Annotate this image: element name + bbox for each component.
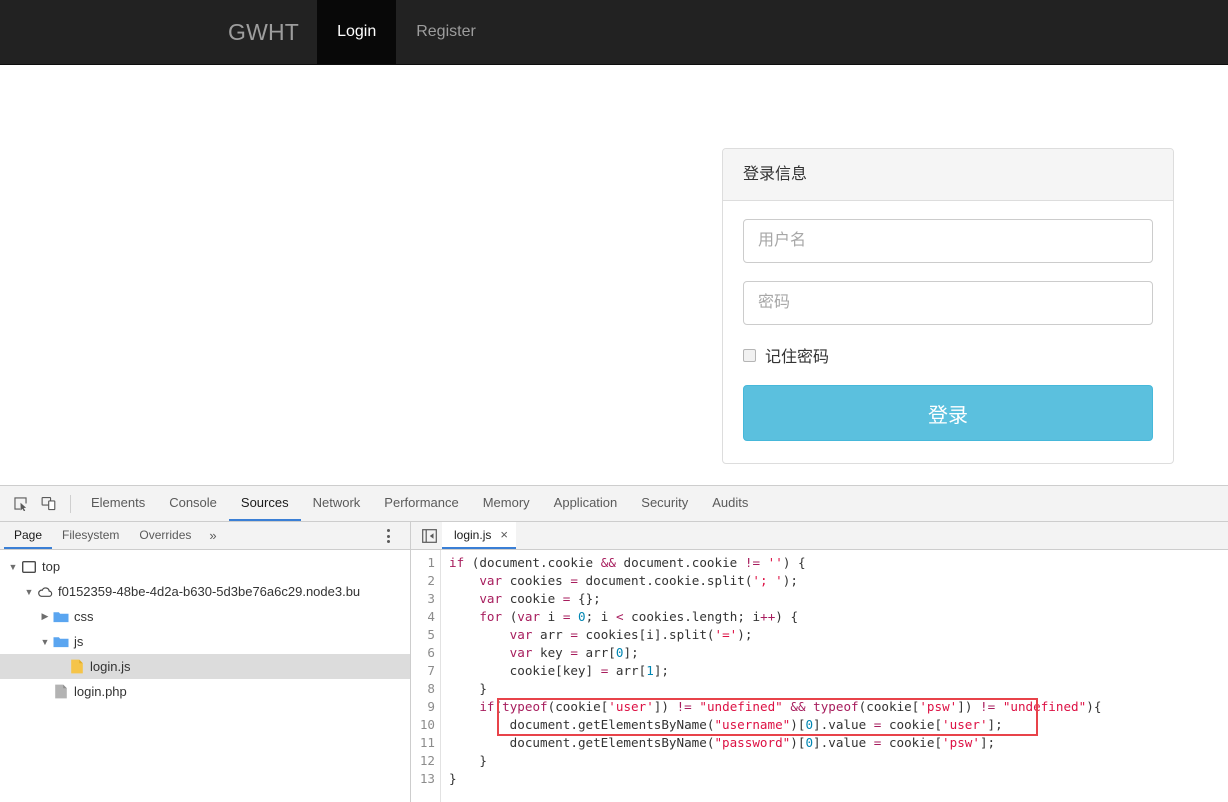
frame-icon — [20, 559, 37, 574]
line-number: 12 — [419, 753, 435, 768]
code-line: } — [479, 753, 487, 768]
cloud-icon — [36, 584, 53, 599]
sources-navigator: Page Filesystem Overrides » ▼ top ▼ f015… — [0, 522, 411, 802]
login-panel-title: 登录信息 — [743, 166, 808, 183]
code-viewer[interactable]: 1 2 3 4 5 6 7 8 9 10 11 12 13 if (docume… — [411, 550, 1228, 802]
close-icon[interactable]: × — [500, 527, 508, 542]
nav-link-login[interactable]: Login — [317, 0, 397, 64]
navigator-tab-overrides[interactable]: Overrides — [129, 522, 201, 549]
devtools-tab-sources[interactable]: Sources — [228, 486, 301, 521]
code-line: var cookie = {}; — [479, 591, 601, 606]
navigator-tabbar: Page Filesystem Overrides » — [0, 522, 410, 550]
chevron-right-icon[interactable]: ▶ — [38, 611, 52, 622]
code-line: var arr = cookies[i].split('='); — [509, 627, 753, 642]
chevron-down-icon[interactable]: ▼ — [22, 587, 36, 597]
code-line: if(typeof(cookie['user']) != "undefined"… — [479, 699, 1102, 714]
code-line: cookie[key] = arr[1]; — [509, 663, 670, 678]
devtools-tab-network[interactable]: Network — [301, 486, 373, 521]
line-number: 5 — [427, 627, 435, 642]
devtools-tab-memory[interactable]: Memory — [471, 486, 542, 521]
code-line: var key = arr[0]; — [509, 645, 639, 660]
tree-item-top[interactable]: ▼ top — [0, 554, 410, 579]
site-navbar: GWHT Login Register — [0, 0, 1228, 65]
remember-password-checkbox[interactable] — [743, 348, 756, 362]
tree-item-label: css — [74, 609, 94, 624]
file-tree: ▼ top ▼ f0152359-48be-4d2a-b630-5d3be76a… — [0, 550, 410, 704]
devtools-tab-elements[interactable]: Elements — [79, 486, 157, 521]
devtools-tab-console[interactable]: Console — [157, 486, 229, 521]
tree-item-label: js — [74, 634, 84, 649]
code-line: document.getElementsByName("username")[0… — [509, 717, 1003, 732]
tree-item-login-js[interactable]: login.js — [0, 654, 410, 679]
inspect-cursor-icon[interactable] — [6, 490, 34, 518]
js-file-icon — [68, 659, 85, 674]
line-number: 6 — [427, 645, 435, 660]
devtools-tab-security[interactable]: Security — [629, 486, 700, 521]
tree-item-css-folder[interactable]: ▶ css — [0, 604, 410, 629]
sources-editor: login.js × 1 2 3 4 5 6 7 8 9 10 11 12 13… — [411, 522, 1228, 802]
line-number: 4 — [427, 609, 435, 624]
folder-icon — [52, 609, 69, 624]
code-lines[interactable]: if (document.cookie && document.cookie !… — [441, 550, 1228, 802]
login-panel-heading: 登录信息 — [723, 149, 1173, 202]
web-page-viewport: GWHT Login Register 登录信息 记住密码 登录 — [0, 0, 1228, 485]
line-number: 13 — [419, 771, 435, 786]
tree-item-label: login.js — [90, 659, 131, 674]
devtools-tab-performance[interactable]: Performance — [372, 486, 470, 521]
line-number: 2 — [427, 573, 435, 588]
line-number-gutter: 1 2 3 4 5 6 7 8 9 10 11 12 13 — [411, 550, 441, 802]
remember-password-label: 记住密码 — [765, 349, 830, 367]
username-input[interactable] — [743, 219, 1153, 264]
login-panel: 登录信息 记住密码 登录 — [722, 148, 1174, 465]
code-line: } — [479, 681, 487, 696]
folder-icon — [52, 634, 69, 649]
navigator-more-options-icon[interactable] — [380, 527, 396, 545]
devtools-tab-audits[interactable]: Audits — [700, 486, 760, 521]
code-line: var cookies = document.cookie.split('; '… — [479, 573, 798, 588]
password-input[interactable] — [743, 281, 1153, 326]
devtools-tab-application[interactable]: Application — [542, 486, 630, 521]
editor-tabbar: login.js × — [411, 522, 1228, 550]
login-panel-body: 记住密码 登录 — [723, 201, 1173, 463]
code-line: } — [449, 771, 457, 786]
chevron-down-icon[interactable]: ▼ — [6, 562, 20, 572]
editor-file-tab-login-js[interactable]: login.js × — [442, 522, 516, 549]
login-submit-button[interactable]: 登录 — [743, 385, 1153, 442]
line-number: 3 — [427, 591, 435, 606]
tree-item-label: top — [42, 559, 61, 574]
generic-file-icon — [52, 684, 69, 699]
devtools-body: Page Filesystem Overrides » ▼ top ▼ f015… — [0, 522, 1228, 802]
tree-item-label: f0152359-48be-4d2a-b630-5d3be76a6c29.nod… — [58, 584, 361, 599]
line-number: 9 — [427, 699, 435, 714]
tree-item-label: login.php — [74, 684, 127, 699]
navigator-tab-page[interactable]: Page — [4, 522, 53, 549]
line-number: 8 — [427, 681, 435, 696]
nav-link-register[interactable]: Register — [396, 0, 496, 64]
collapse-sidebar-icon[interactable] — [416, 522, 442, 549]
line-number: 11 — [419, 735, 435, 750]
editor-file-tab-label: login.js — [454, 527, 492, 542]
tree-item-login-php[interactable]: login.php — [0, 679, 410, 704]
line-number: 10 — [419, 717, 435, 732]
navigator-tab-filesystem[interactable]: Filesystem — [52, 522, 129, 549]
navbar-brand[interactable]: GWHT — [210, 0, 317, 64]
remember-password-row[interactable]: 记住密码 — [743, 343, 1153, 367]
line-number: 7 — [427, 663, 435, 678]
tree-item-js-folder[interactable]: ▼ js — [0, 629, 410, 654]
code-line: for (var i = 0; i < cookies.length; i++)… — [479, 609, 799, 624]
more-tabs-chevron-icon[interactable]: » — [201, 522, 224, 549]
code-line: document.getElementsByName("password")[0… — [509, 735, 996, 750]
devtools-panel: Elements Console Sources Network Perform… — [0, 485, 1228, 802]
device-toggle-icon[interactable] — [34, 490, 62, 518]
tree-item-domain[interactable]: ▼ f0152359-48be-4d2a-b630-5d3be76a6c29.n… — [0, 579, 410, 604]
line-number: 1 — [427, 555, 435, 570]
toolbar-divider — [70, 494, 71, 513]
devtools-toolbar: Elements Console Sources Network Perform… — [0, 486, 1228, 522]
code-line: if (document.cookie && document.cookie !… — [449, 555, 806, 570]
chevron-down-icon[interactable]: ▼ — [38, 637, 52, 647]
